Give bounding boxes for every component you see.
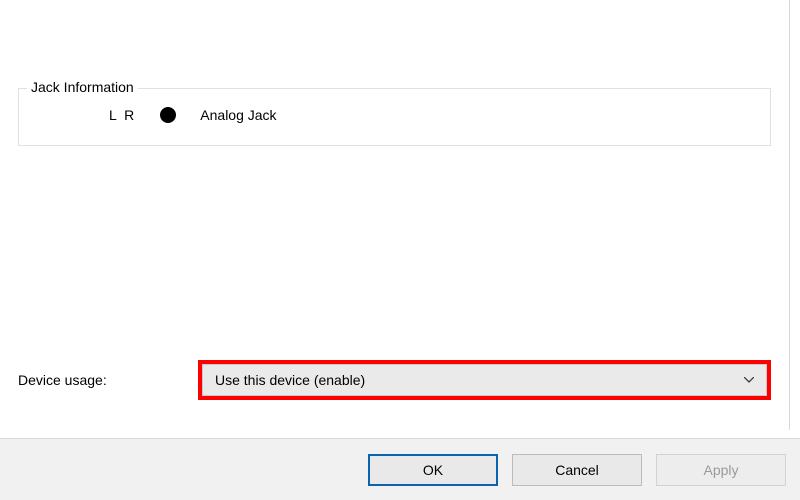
cancel-button[interactable]: Cancel (512, 454, 642, 486)
device-usage-selected-value: Use this device (enable) (215, 372, 365, 388)
jack-channels-label: L R (109, 107, 136, 123)
dialog-button-bar: OK Cancel Apply (0, 438, 800, 500)
device-usage-row: Device usage: Use this device (enable) (18, 360, 771, 400)
device-usage-dropdown[interactable]: Use this device (enable) (202, 364, 767, 396)
jack-information-title: Jack Information (27, 79, 138, 95)
jack-information-group: Jack Information L R Analog Jack (18, 88, 771, 146)
jack-color-icon (160, 107, 176, 123)
jack-row: L R Analog Jack (37, 107, 752, 123)
device-usage-label: Device usage: (18, 372, 158, 388)
chevron-down-icon (742, 373, 756, 387)
apply-button: Apply (656, 454, 786, 486)
ok-button[interactable]: OK (368, 454, 498, 486)
device-usage-highlight: Use this device (enable) (198, 360, 771, 400)
dialog-content-area: Jack Information L R Analog Jack Device … (0, 0, 790, 430)
jack-type-label: Analog Jack (200, 107, 276, 123)
